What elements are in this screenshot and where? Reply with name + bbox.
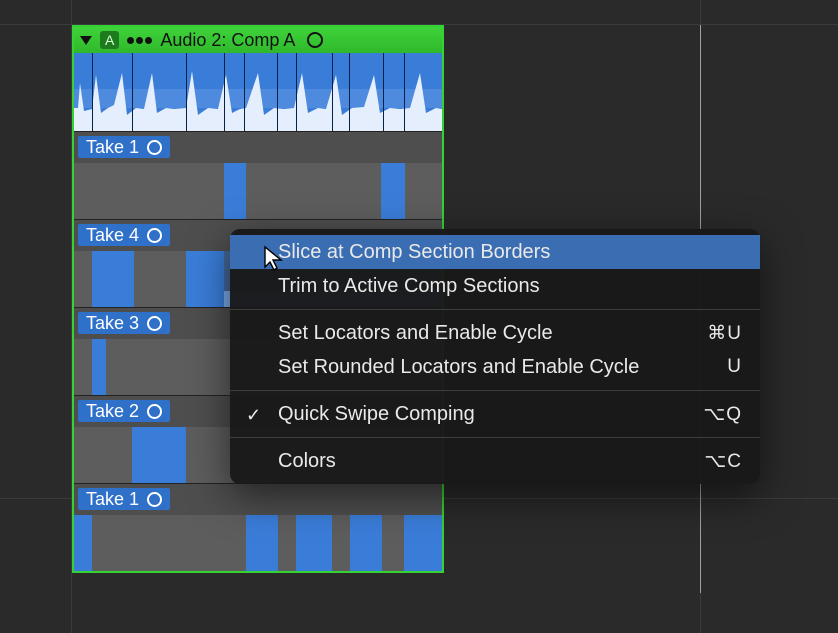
menu-label: Slice at Comp Section Borders [278,241,550,264]
menu-separator [230,309,760,310]
take-label[interactable]: Take 2 [78,400,170,422]
take-name: Take 1 [86,489,139,510]
menu-item-slice[interactable]: Slice at Comp Section Borders [230,235,760,269]
waveform-row[interactable] [74,515,442,571]
take-label[interactable]: Take 3 [78,312,170,334]
take-label[interactable]: Take 4 [78,224,170,246]
take-name: Take 4 [86,225,139,246]
menu-shortcut: ⌥Q [703,403,742,426]
menu-item-quick-swipe[interactable]: ✓ Quick Swipe Comping ⌥Q [230,397,760,431]
menu-label: Set Locators and Enable Cycle [278,322,553,345]
take-lane[interactable]: Take 1 [74,483,442,571]
stage: A Audio 2: Comp A Take 1 [0,0,838,633]
take-label[interactable]: Take 1 [78,136,170,158]
menu-item-set-locators[interactable]: Set Locators and Enable Cycle ⌘U [230,316,760,350]
menu-label: Quick Swipe Comping [278,403,475,426]
loop-indicator-icon [307,32,323,48]
loop-indicator-icon [147,404,162,419]
comp-icon[interactable] [127,37,152,44]
loop-indicator-icon [147,228,162,243]
waveform-icon [74,53,442,131]
take-name: Take 2 [86,401,139,422]
loop-indicator-icon [147,492,162,507]
take-name: Take 3 [86,313,139,334]
menu-separator [230,437,760,438]
take-folder-header[interactable]: A Audio 2: Comp A [74,27,442,53]
disclosure-triangle-icon[interactable] [80,36,92,45]
loop-indicator-icon [147,316,162,331]
menu-shortcut: ⌘U [707,322,742,345]
loop-indicator-icon [147,140,162,155]
comp-lane[interactable] [74,53,442,131]
checkmark-icon: ✓ [246,405,261,426]
take-label[interactable]: Take 1 [78,488,170,510]
take-name: Take 1 [86,137,139,158]
menu-item-set-rounded-locators[interactable]: Set Rounded Locators and Enable Cycle U [230,350,760,384]
folder-title: Audio 2: Comp A [160,30,295,51]
menu-item-colors[interactable]: Colors ⌥C [230,444,760,478]
menu-label: Set Rounded Locators and Enable Cycle [278,356,639,379]
menu-label: Colors [278,450,336,473]
take-lane[interactable]: Take 1 [74,131,442,219]
waveform-row[interactable] [74,163,442,219]
menu-shortcut: ⌥C [704,450,742,473]
menu-item-trim[interactable]: Trim to Active Comp Sections [230,269,760,303]
comp-badge[interactable]: A [100,31,119,49]
menu-label: Trim to Active Comp Sections [278,275,540,298]
menu-shortcut: U [727,356,742,378]
menu-separator [230,390,760,391]
context-menu: Slice at Comp Section Borders Trim to Ac… [230,229,760,484]
